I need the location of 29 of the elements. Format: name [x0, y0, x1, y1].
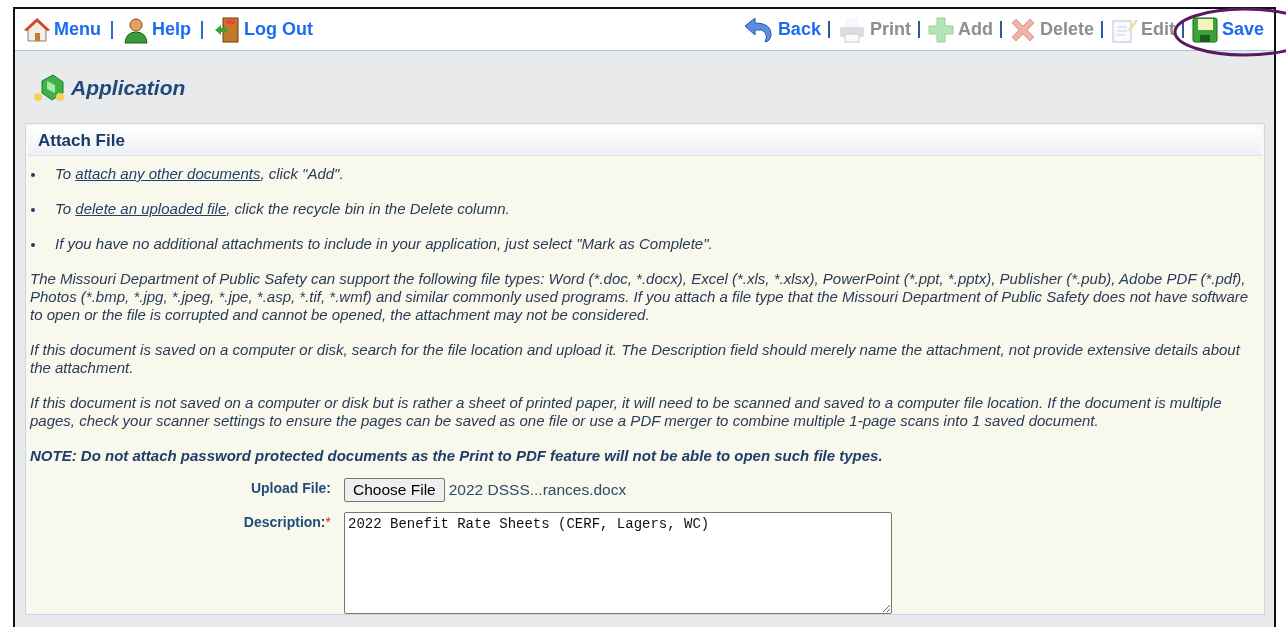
toolbar-link[interactable]: Help: [121, 15, 193, 44]
door-icon: [213, 15, 241, 44]
info-paragraph: If this document is saved on a computer or disk, search for the file location and upload it. The Description field should merely name the attachment, not provide extensive details about the attachment.: [29, 341, 1242, 377]
person-icon: [123, 15, 149, 44]
toolbar-link[interactable]: Log Out: [211, 15, 315, 44]
info-paragraph: If this document is not saved on a computer or disk but is rather a sheet of printed paper, it will need to be scanned and saved to a computer file location. If the document is multiple pages, check your scanner settings to ensure the pages can be saved as one file or use a PDF merger to combine multiple 1-page scans into 1 saved document.: [28, 394, 1223, 430]
plus-icon: [926, 15, 955, 44]
instruction-text: To delete an uploaded file, click the recycle bin in the Delete column.: [55, 200, 510, 218]
application-icon: [33, 73, 67, 103]
bullet-icon: [31, 243, 35, 247]
file-name: 2022 DSSS...rances.docx: [448, 481, 627, 499]
choose-file-button[interactable]: Choose File: [344, 478, 445, 502]
field-label: Description:*: [242, 513, 331, 530]
page-title: Application: [71, 76, 186, 100]
house-icon: [23, 16, 51, 43]
instruction-link[interactable]: delete an uploaded file: [75, 200, 227, 217]
back-arrow-icon: [742, 16, 775, 43]
description-field[interactable]: 2022 Benefit Rate Sheets (CERF, Lagers, WC): [344, 512, 892, 614]
bullet-icon: [31, 208, 35, 212]
toolbar-link[interactable]: Back: [740, 16, 823, 43]
info-paragraph: The Missouri Department of Public Safety can support the following file types: Word (*.doc, *.docx), Excel (*.xls, *.xlsx), PowerPoint (*.ppt, *.pptx), Publisher (*.pub), Adobe PDF (*.pdf), Photos (*.bmp, *.jpg, *.jpeg, *.jpe, *.asp, *.tif, *.wmf) and similar commonly used programs. If you attach a file type that the Missouri Department of Public Safety does not have software to open or the file is corrupted and cannot be opened, the attachment may not be considered.: [29, 270, 1250, 324]
field-label: Upload File:: [249, 479, 331, 496]
instruction-text: If you have no additional attachments to include in your application, just select "Mark as Complete".: [55, 235, 713, 253]
instruction-text: To attach any other documents, click "Add".: [55, 165, 344, 183]
panel-title: Attach File: [28, 126, 1262, 156]
note-text: NOTE: Do not attach password protected documents as the Print to PDF feature will not be able to open such file types.: [29, 447, 884, 465]
bullet-icon: [31, 173, 35, 177]
toolbar-link[interactable]: Save: [1188, 15, 1266, 44]
toolbar-link[interactable]: Menu: [21, 16, 103, 43]
